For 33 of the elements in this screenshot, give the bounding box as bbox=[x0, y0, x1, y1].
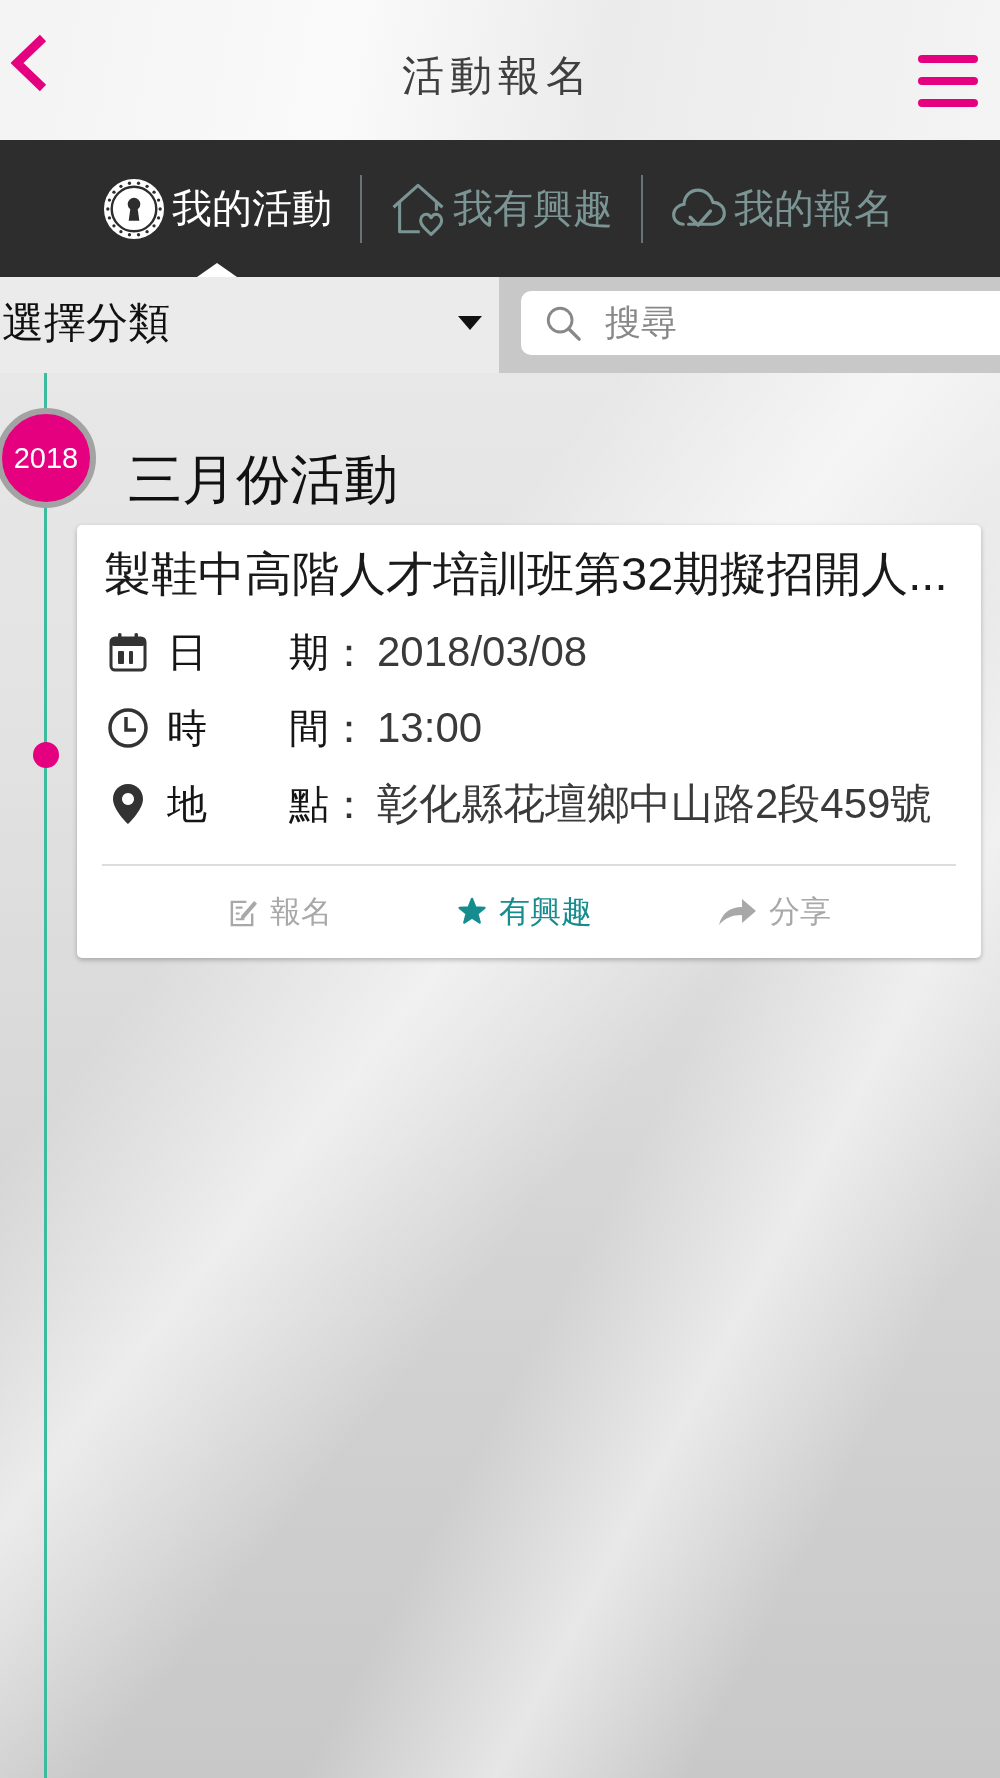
tab-button[interactable]: 我的報名 bbox=[642, 140, 922, 277]
pointer-triangle-icon bbox=[197, 263, 237, 277]
action-button[interactable]: 有興趣 bbox=[457, 887, 592, 937]
month-heading: 三月份活動 bbox=[128, 448, 398, 511]
detail-colon: ： bbox=[329, 628, 369, 676]
star-icon bbox=[457, 897, 487, 927]
detail-value: 彰化縣花壇鄉中山路2段459號 bbox=[377, 779, 933, 829]
search-icon bbox=[544, 304, 582, 342]
search-field[interactable]: 搜尋 bbox=[521, 291, 1000, 355]
menu-button[interactable] bbox=[918, 54, 978, 108]
detail-colon: ： bbox=[329, 780, 369, 828]
year-badge: 2018 bbox=[0, 408, 96, 508]
keyhole-icon bbox=[102, 177, 165, 240]
detail-value: 13:00 bbox=[377, 704, 483, 752]
timeline-dot-icon bbox=[33, 741, 59, 768]
detail-label: 日 期 bbox=[167, 628, 329, 676]
action-button[interactable]: 分享 bbox=[717, 887, 831, 937]
detail-colon: ： bbox=[329, 704, 369, 752]
detail-label: 時 間 bbox=[167, 704, 329, 752]
detail-value: 2018/03/08 bbox=[377, 628, 588, 676]
chevron-left-icon bbox=[9, 34, 49, 92]
curved-arrow-icon bbox=[717, 897, 757, 927]
menu-icon bbox=[918, 54, 978, 108]
calendar-icon bbox=[107, 631, 149, 673]
event-title: 製鞋中高階人才培訓班第32期擬招開人... bbox=[103, 547, 949, 601]
clock-icon bbox=[107, 707, 149, 749]
caret-down-icon bbox=[458, 316, 482, 330]
detail-label: 地 點 bbox=[167, 780, 329, 828]
back-button[interactable] bbox=[9, 34, 49, 92]
tab-button[interactable]: 我的活動 bbox=[74, 140, 360, 277]
page-title: 活動報名 bbox=[400, 51, 594, 101]
tab-button[interactable]: 我有興趣 bbox=[361, 140, 641, 277]
action-button[interactable]: 報名 bbox=[227, 887, 332, 937]
